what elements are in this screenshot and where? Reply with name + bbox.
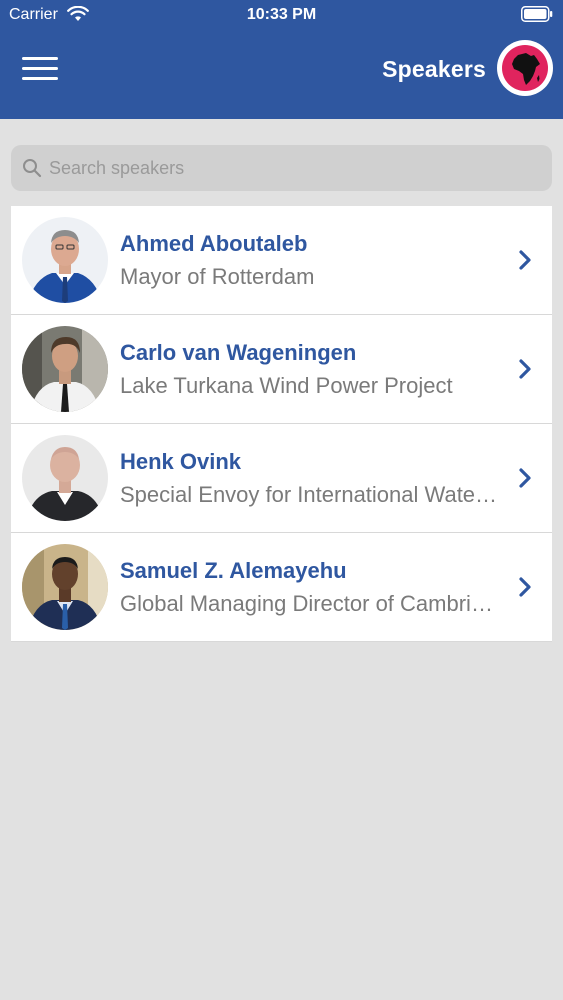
chevron-right-icon [519, 359, 531, 379]
search-bar[interactable] [11, 145, 552, 191]
speaker-item[interactable]: Samuel Z. Alemayehu Global Managing Dire… [11, 533, 552, 642]
speaker-name: Ahmed Aboutaleb [120, 231, 308, 256]
avatar [22, 326, 108, 412]
avatar [22, 217, 108, 303]
speaker-name: Samuel Z. Alemayehu [120, 558, 347, 583]
avatar [22, 544, 108, 630]
africa-globe-logo[interactable] [497, 40, 553, 96]
status-bar: Carrier 10:33 PM [0, 0, 563, 30]
speaker-name: Carlo van Wageningen [120, 340, 357, 365]
africa-logo-icon [502, 45, 548, 91]
chevron-right-icon [519, 468, 531, 488]
speaker-role: Special Envoy for International Water Af… [120, 482, 500, 507]
chevron-right-icon [519, 577, 531, 597]
battery-icon [521, 6, 553, 22]
status-time: 10:33 PM [246, 6, 317, 23]
speaker-item[interactable]: Carlo van Wageningen Lake Turkana Wind P… [11, 315, 552, 424]
speaker-role: Global Managing Director of Cambridge In… [120, 591, 500, 616]
page-title: Speakers [382, 56, 486, 82]
hamburger-menu-icon[interactable] [20, 54, 62, 84]
speaker-role: Lake Turkana Wind Power Project [120, 373, 453, 398]
menu-line [22, 57, 58, 60]
chevron-right-icon [519, 250, 531, 270]
menu-line [22, 67, 58, 70]
menu-line [22, 77, 58, 80]
search-icon [23, 159, 42, 178]
speaker-name: Henk Ovink [120, 449, 242, 474]
speaker-list: Ahmed Aboutaleb Mayor of Rotterdam Carlo… [11, 206, 552, 642]
speaker-item[interactable]: Henk Ovink Special Envoy for Internation… [11, 424, 552, 533]
search-input[interactable] [49, 153, 529, 183]
avatar [22, 435, 108, 521]
speaker-role: Mayor of Rotterdam [120, 264, 315, 289]
speaker-item[interactable]: Ahmed Aboutaleb Mayor of Rotterdam [11, 206, 552, 315]
app-header: Carrier 10:33 PM Speakers [0, 0, 563, 119]
